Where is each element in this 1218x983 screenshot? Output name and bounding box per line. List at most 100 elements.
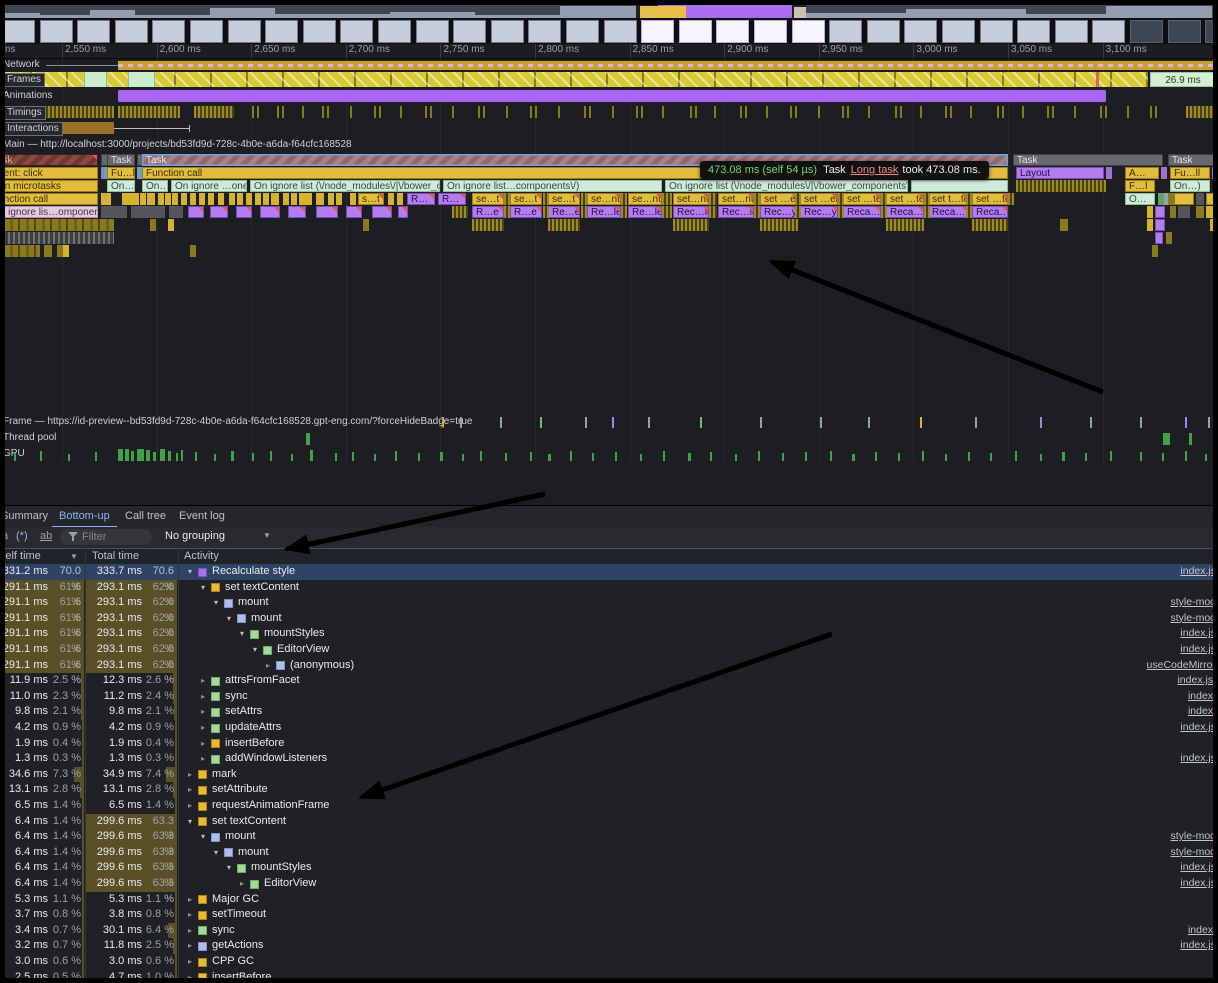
gpu-activity-bar[interactable] bbox=[335, 453, 337, 461]
flame-chip[interactable] bbox=[452, 206, 468, 218]
disclosure-toggle[interactable]: ▾ bbox=[224, 860, 234, 876]
frame-event-tick[interactable] bbox=[975, 417, 977, 428]
disclosure-toggle[interactable]: ▾ bbox=[198, 580, 208, 596]
animation-bar[interactable] bbox=[118, 90, 1106, 102]
gpu-activity-bar[interactable] bbox=[990, 453, 992, 461]
source-link[interactable]: index.js: bbox=[1177, 673, 1216, 689]
timing-marker[interactable] bbox=[1002, 106, 1004, 118]
flame-chip[interactable]: se…t bbox=[510, 193, 542, 205]
gpu-activity-bar[interactable] bbox=[1040, 454, 1042, 461]
flame-chip[interactable] bbox=[1206, 206, 1216, 218]
filmstrip-thumbnail[interactable] bbox=[942, 20, 975, 43]
frames-bar[interactable] bbox=[0, 72, 1148, 87]
table-row[interactable]: 6.4 ms1.4 %299.6 ms63.3 %▸EditorViewinde… bbox=[0, 876, 1218, 892]
tab-event-log[interactable]: Event log bbox=[172, 506, 232, 526]
flame-chip[interactable] bbox=[246, 193, 252, 205]
flame-chip[interactable] bbox=[924, 193, 930, 205]
flame-chip[interactable]: On ignore list (\/node_modules\/|\/bower… bbox=[665, 180, 908, 192]
flame-chip[interactable]: Reca…yle bbox=[843, 206, 881, 218]
gpu-activity-bar[interactable] bbox=[14, 453, 16, 461]
frame-event-tick[interactable] bbox=[1090, 417, 1092, 428]
disclosure-toggle[interactable]: ▸ bbox=[185, 798, 195, 814]
flame-chip[interactable]: set …tent bbox=[972, 193, 1008, 205]
flame-chip[interactable] bbox=[1166, 232, 1172, 244]
gpu-activity-bar[interactable] bbox=[1185, 451, 1187, 461]
gpu-activity-bar[interactable] bbox=[530, 452, 532, 461]
flame-chip[interactable] bbox=[972, 219, 1008, 231]
flame-chip[interactable] bbox=[169, 206, 183, 218]
thread-pool-bar[interactable] bbox=[306, 433, 310, 445]
flame-chip[interactable] bbox=[548, 219, 580, 231]
flame-chip[interactable] bbox=[190, 245, 196, 257]
timing-marker[interactable] bbox=[277, 106, 279, 118]
timeline-ruler[interactable]: ms 2,550 ms2,600 ms2,650 ms2,700 ms2,750… bbox=[0, 44, 1218, 59]
table-row[interactable]: 3.2 ms0.7 %11.8 ms2.5 %▸getActionsindex.… bbox=[0, 938, 1218, 954]
timing-marker[interactable] bbox=[690, 106, 692, 118]
table-row[interactable]: 6.4 ms1.4 %299.6 ms63.3 %▾mountstyle-mod bbox=[0, 845, 1218, 861]
disclosure-toggle[interactable]: ▸ bbox=[185, 954, 195, 970]
disclosure-toggle[interactable]: ▸ bbox=[263, 658, 273, 674]
filmstrip-thumbnail[interactable] bbox=[980, 20, 1013, 43]
flame-chip[interactable]: On…) bbox=[1170, 180, 1210, 192]
flame-chip[interactable] bbox=[504, 206, 510, 218]
timing-marker[interactable] bbox=[740, 106, 742, 118]
flame-chip[interactable] bbox=[1196, 206, 1204, 218]
table-row[interactable]: 9.8 ms2.1 %9.8 ms2.1 %▸setAttrsindex. bbox=[0, 704, 1218, 720]
gpu-activity-bar[interactable] bbox=[125, 449, 129, 461]
disclosure-toggle[interactable]: ▸ bbox=[198, 704, 208, 720]
timing-marker[interactable] bbox=[1127, 106, 1129, 118]
filmstrip-thumbnail[interactable] bbox=[115, 20, 148, 43]
flame-chip[interactable] bbox=[621, 206, 627, 218]
timing-marker[interactable] bbox=[350, 106, 352, 118]
disclosure-toggle[interactable]: ▸ bbox=[198, 720, 208, 736]
table-row[interactable]: 291.1 ms61.6 %293.1 ms62.0 %▾set textCon… bbox=[0, 580, 1218, 596]
source-link[interactable]: index.js bbox=[1180, 642, 1216, 658]
flame-chip[interactable] bbox=[363, 219, 369, 231]
flame-chip[interactable] bbox=[581, 206, 587, 218]
flame-chip[interactable]: On…) bbox=[142, 180, 168, 192]
flame-chip[interactable] bbox=[662, 193, 672, 205]
timing-marker[interactable] bbox=[302, 106, 304, 118]
timing-marker[interactable] bbox=[766, 106, 768, 118]
flame-chip[interactable] bbox=[199, 193, 205, 205]
grouping-caret-icon[interactable]: ▼ bbox=[263, 531, 271, 540]
flame-chip[interactable] bbox=[881, 206, 887, 218]
gpu-activity-bar[interactable] bbox=[570, 451, 572, 461]
gpu-activity-bar[interactable] bbox=[214, 454, 216, 461]
gpu-activity-bar[interactable] bbox=[131, 451, 134, 461]
timing-marker-block[interactable] bbox=[1186, 106, 1216, 118]
gpu-activity-bar[interactable] bbox=[40, 451, 42, 461]
flame-chip[interactable] bbox=[398, 206, 408, 218]
source-link[interactable]: style-mod bbox=[1170, 611, 1216, 627]
flame-chip[interactable] bbox=[881, 193, 887, 205]
flame-chip[interactable] bbox=[397, 193, 403, 205]
timing-marker[interactable] bbox=[950, 106, 952, 118]
flame-chip[interactable]: Reca…yle bbox=[972, 206, 1008, 218]
timing-marker[interactable] bbox=[282, 106, 284, 118]
flame-chip[interactable]: set…nt bbox=[673, 193, 709, 205]
timeline-overview[interactable] bbox=[0, 0, 1218, 44]
timing-marker[interactable] bbox=[478, 106, 480, 118]
timing-marker[interactable] bbox=[1100, 106, 1102, 118]
gpu-activity-bar[interactable] bbox=[592, 453, 594, 461]
table-row[interactable]: 3.4 ms0.7 %30.1 ms6.4 %▸syncindex. bbox=[0, 923, 1218, 939]
flame-chip[interactable]: Fu…ll bbox=[107, 167, 135, 179]
disclosure-toggle[interactable]: ▸ bbox=[198, 689, 208, 705]
flame-chip[interactable]: O… bbox=[1125, 193, 1155, 205]
flame-chip[interactable] bbox=[886, 219, 924, 231]
flame-chip[interactable] bbox=[662, 206, 672, 218]
source-link[interactable]: index.js bbox=[1180, 720, 1216, 736]
flame-chip[interactable] bbox=[131, 206, 165, 218]
source-link[interactable]: index. bbox=[1188, 923, 1216, 939]
filmstrip-thumbnail[interactable] bbox=[1092, 20, 1125, 43]
flame-chip[interactable] bbox=[0, 232, 114, 244]
flame-chip[interactable] bbox=[63, 245, 69, 257]
gpu-activity-bar[interactable] bbox=[181, 450, 183, 461]
grouping-select[interactable]: No grouping bbox=[165, 530, 225, 542]
flame-chip[interactable] bbox=[709, 206, 717, 218]
timing-marker[interactable] bbox=[506, 106, 508, 118]
flame-chip[interactable]: Reca…yle bbox=[886, 206, 924, 218]
flame-chip[interactable]: se…nt bbox=[628, 193, 662, 205]
timing-marker[interactable] bbox=[714, 106, 716, 118]
gpu-activity-bar[interactable] bbox=[805, 452, 807, 461]
